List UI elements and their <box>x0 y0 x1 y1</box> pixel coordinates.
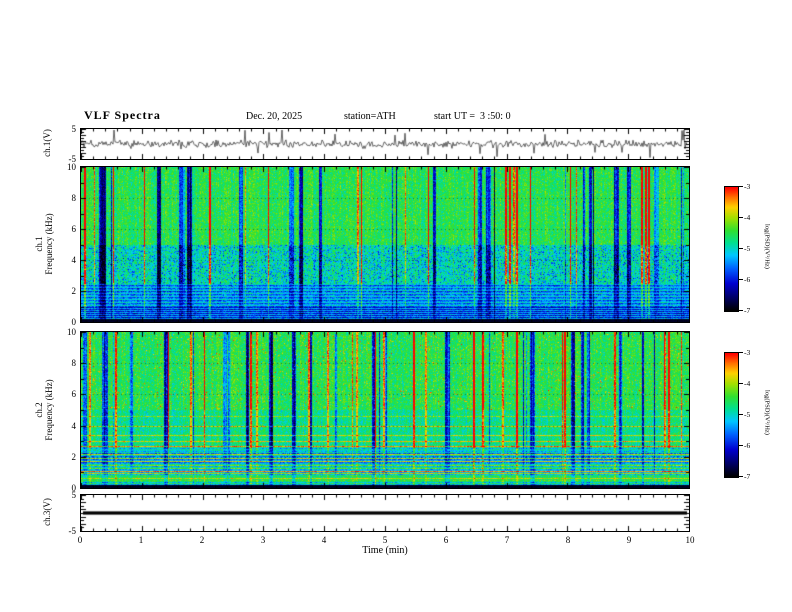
colorbar-tick-mark <box>739 445 743 446</box>
ch3-voltage-axis-text: ch.3(V) <box>42 498 52 526</box>
ch1-spectrogram-ytick: 2 <box>71 286 77 296</box>
ch2-spectrogram-canvas <box>81 332 689 488</box>
ch1-spectrogram-ytick: 8 <box>71 193 77 203</box>
colorbar-tick-label: -5 <box>744 243 751 253</box>
colorbar-tick-label: -4 <box>744 378 751 388</box>
ch1-waveform-ytick: 5 <box>71 124 77 134</box>
ch1-spectrogram-ytick: 10 <box>67 162 76 172</box>
colorbar-tick-label: -3 <box>744 181 751 191</box>
time-axis-tick: 8 <box>565 535 571 545</box>
time-axis-tick: 10 <box>685 535 695 545</box>
time-axis-tick: 3 <box>260 535 266 545</box>
ch1-waveform-canvas <box>81 129 689 159</box>
colorbar-tick-label: -6 <box>744 440 751 450</box>
time-axis-tick: 6 <box>443 535 449 545</box>
colorbar-tick-label: -7 <box>744 471 751 481</box>
time-axis-tick: 5 <box>382 535 388 545</box>
time-axis-tick: 9 <box>626 535 632 545</box>
ch2-spectrogram-ytick: 4 <box>71 420 77 431</box>
ch2-spectrogram-ytick: 2 <box>71 451 77 462</box>
colorbar-tick-label: -3 <box>744 347 751 357</box>
colorbar-ch2 <box>724 352 739 478</box>
ch1-spectrogram-ytick: 6 <box>71 224 77 234</box>
time-axis-tick: 2 <box>199 535 205 545</box>
colorbar-tick-mark <box>739 414 743 415</box>
colorbar-ch2-label: log(PSD)(V²/Hz) <box>763 390 771 435</box>
time-axis-tick: 4 <box>321 535 327 545</box>
vlf-spectra-figure: VLF Spectra Dec. 20, 2025 station=ATH st… <box>0 0 792 612</box>
ch3-voltage-axis-label: ch.3(V) <box>42 442 52 582</box>
ch1-spectrogram-canvas <box>81 167 689 322</box>
ch3-waveform-panel <box>80 494 690 532</box>
colorbar-tick-mark <box>739 186 743 187</box>
ch1-waveform-panel <box>80 128 690 160</box>
colorbar-tick-mark <box>739 217 743 218</box>
time-axis-tick: 7 <box>504 535 510 545</box>
ch2-spectrogram-panel <box>80 331 690 489</box>
ch2-spectrogram-ytick: 0 <box>71 483 77 493</box>
ch1-spectrogram-panel <box>80 166 690 323</box>
colorbar-tick-mark <box>739 383 743 384</box>
colorbar-tick-mark <box>739 476 743 477</box>
colorbar-tick-label: -6 <box>744 274 751 284</box>
colorbar-ch1-canvas <box>725 187 738 311</box>
colorbar-tick-label: -7 <box>744 305 751 315</box>
ch1-spectrogram-ytick: 4 <box>71 255 77 265</box>
colorbar-tick-mark <box>739 279 743 280</box>
station-label: station=ATH <box>344 111 396 122</box>
colorbar-ch1 <box>724 186 739 312</box>
time-axis-tick: 1 <box>138 535 144 545</box>
colorbar-tick-label: -4 <box>744 212 751 222</box>
colorbar-ch1-label: log(PSD)(V²/Hz) <box>763 224 771 269</box>
ch2-spectrogram-ytick: 6 <box>71 389 77 400</box>
time-axis-tick: 0 <box>77 535 83 545</box>
date-label: Dec. 20, 2025 <box>246 111 303 122</box>
colorbar-tick-label: -5 <box>744 409 751 419</box>
ch2-spectrogram-ytick: 10 <box>67 327 76 337</box>
colorbar-tick-mark <box>739 352 743 353</box>
colorbar-tick-mark <box>739 310 743 311</box>
ch3-waveform-canvas <box>81 495 689 531</box>
start-ut-label: start UT = 3 :50: 0 <box>434 111 511 122</box>
colorbar-tick-mark <box>739 248 743 249</box>
ch1-spectrogram-ylabel-channel: ch.1 <box>34 236 44 252</box>
time-axis-label: Time (min) <box>362 545 408 556</box>
ch2-spectrogram-ytick: 8 <box>71 358 77 369</box>
figure-title: VLF Spectra <box>84 108 161 122</box>
colorbar-ch2-canvas <box>725 353 738 477</box>
ch1-spectrogram-ytick: 0 <box>71 317 77 327</box>
